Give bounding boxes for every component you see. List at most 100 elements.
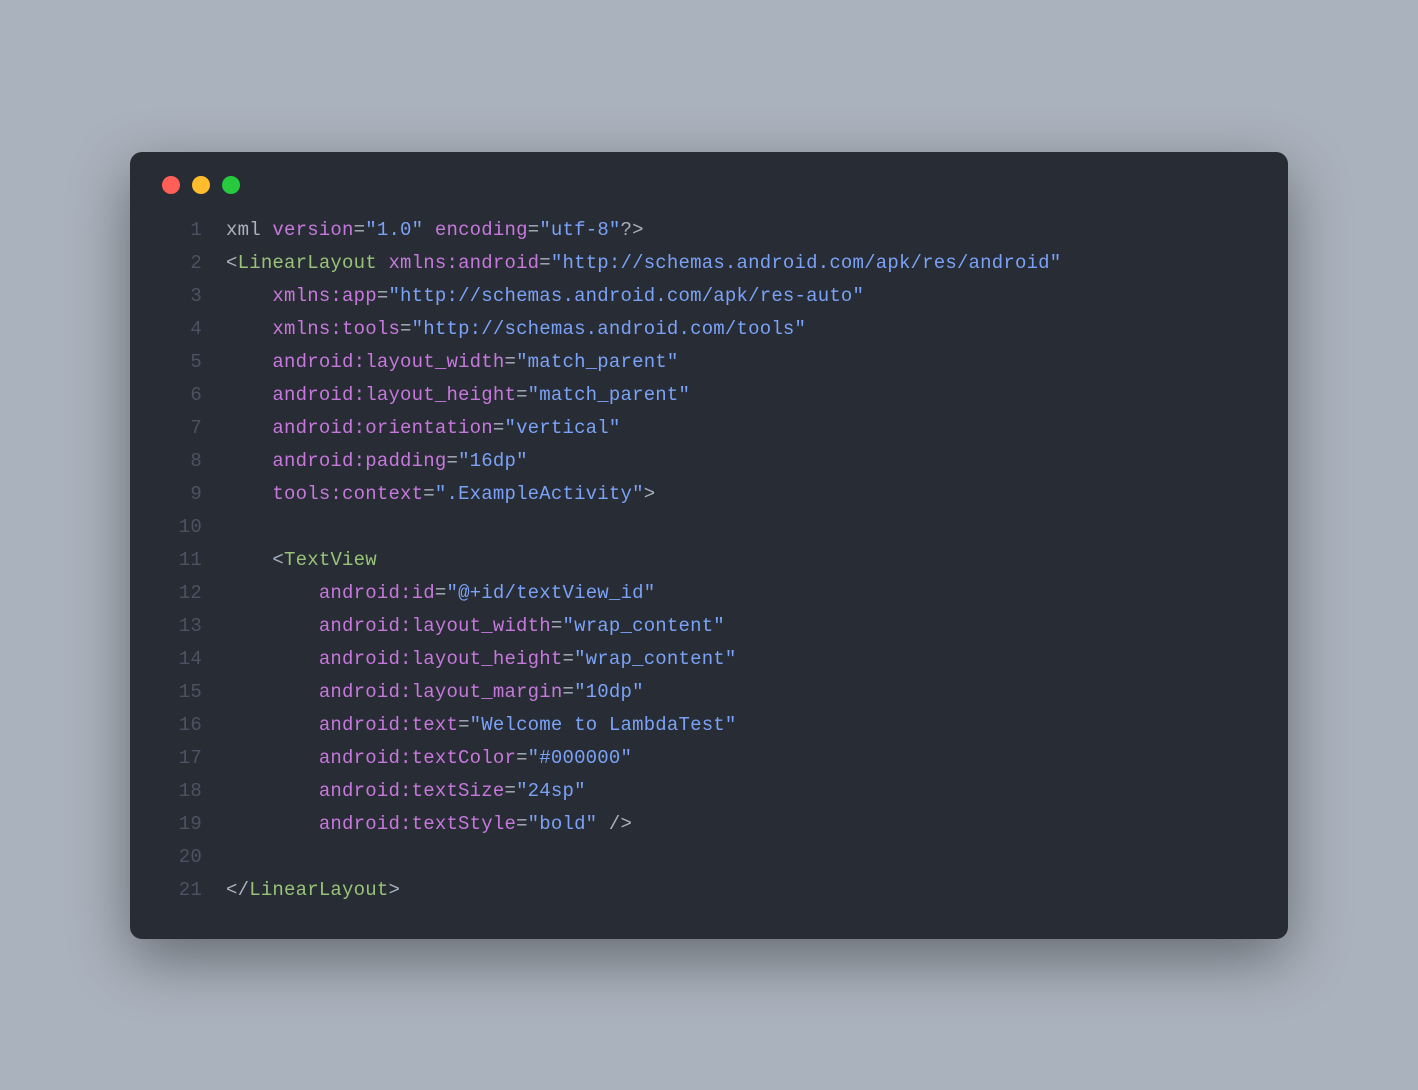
code-token: android:textSize: [319, 780, 505, 802]
code-window: 1xml version="1.0" encoding="utf-8"?>2<L…: [130, 152, 1288, 939]
code-line: 3 xmlns:app="http://schemas.android.com/…: [158, 280, 1260, 313]
line-number: 18: [158, 775, 202, 808]
line-number: 6: [158, 379, 202, 412]
line-content: android:layout_width="match_parent": [226, 346, 679, 379]
code-line: 20: [158, 841, 1260, 874]
code-token: android:layout_width: [272, 351, 504, 373]
code-token: =: [551, 615, 563, 637]
code-line: 4 xmlns:tools="http://schemas.android.co…: [158, 313, 1260, 346]
code-token: [226, 417, 272, 439]
code-token: [226, 483, 272, 505]
code-line: 18 android:textSize="24sp": [158, 775, 1260, 808]
code-token: =: [504, 351, 516, 373]
code-line: 15 android:layout_margin="10dp": [158, 676, 1260, 709]
code-token: >: [644, 483, 656, 505]
code-line: 12 android:id="@+id/textView_id": [158, 577, 1260, 610]
close-icon[interactable]: [162, 176, 180, 194]
code-token: TextView: [284, 549, 377, 571]
code-token: "16dp": [458, 450, 528, 472]
code-line: 21</LinearLayout>: [158, 874, 1260, 907]
code-token: <: [226, 252, 238, 274]
maximize-icon[interactable]: [222, 176, 240, 194]
code-token: [226, 813, 319, 835]
code-token: =: [423, 483, 435, 505]
line-content: android:id="@+id/textView_id": [226, 577, 655, 610]
line-content: android:text="Welcome to LambdaTest": [226, 709, 737, 742]
code-token: android:layout_margin: [319, 681, 563, 703]
line-content: tools:context=".ExampleActivity">: [226, 478, 655, 511]
line-content: xmlns:app="http://schemas.android.com/ap…: [226, 280, 864, 313]
code-editor[interactable]: 1xml version="1.0" encoding="utf-8"?>2<L…: [158, 214, 1260, 907]
code-line: 14 android:layout_height="wrap_content": [158, 643, 1260, 676]
code-token: >: [388, 879, 400, 901]
code-token: version: [272, 219, 353, 241]
code-token: [226, 780, 319, 802]
minimize-icon[interactable]: [192, 176, 210, 194]
code-token: [226, 615, 319, 637]
code-token: LinearLayout: [249, 879, 388, 901]
line-number: 4: [158, 313, 202, 346]
code-token: android:layout_height: [319, 648, 563, 670]
code-token: =: [493, 417, 505, 439]
line-content: android:layout_width="wrap_content": [226, 610, 725, 643]
line-content: android:textColor="#000000": [226, 742, 632, 775]
code-token: "1.0": [365, 219, 423, 241]
code-token: =: [528, 219, 540, 241]
line-content: android:textSize="24sp": [226, 775, 586, 808]
code-token: encoding: [435, 219, 528, 241]
line-number: 9: [158, 478, 202, 511]
code-token: "http://schemas.android.com/apk/res-auto…: [388, 285, 864, 307]
line-number: 10: [158, 511, 202, 544]
code-line: 16 android:text="Welcome to LambdaTest": [158, 709, 1260, 742]
code-token: android:textColor: [319, 747, 516, 769]
code-token: [226, 648, 319, 670]
line-number: 15: [158, 676, 202, 709]
code-token: "wrap_content": [574, 648, 736, 670]
code-token: </: [226, 879, 249, 901]
line-number: 7: [158, 412, 202, 445]
code-line: 5 android:layout_width="match_parent": [158, 346, 1260, 379]
code-token: =: [354, 219, 366, 241]
line-content: </LinearLayout>: [226, 874, 400, 907]
code-token: xmlns:android: [388, 252, 539, 274]
code-token: =: [446, 450, 458, 472]
line-content: android:textStyle="bold" />: [226, 808, 632, 841]
code-token: "http://schemas.android.com/tools": [412, 318, 806, 340]
line-number: 8: [158, 445, 202, 478]
line-content: android:padding="16dp": [226, 445, 528, 478]
line-content: xml version="1.0" encoding="utf-8"?>: [226, 214, 644, 247]
code-line: 1 xml version="1.0" encoding="utf-8"?>: [158, 214, 1260, 247]
code-token: android:textStyle: [319, 813, 516, 835]
code-token: =: [435, 582, 447, 604]
code-token: =: [539, 252, 551, 274]
code-token: [226, 351, 272, 373]
code-token: [423, 219, 435, 241]
code-token: =: [516, 813, 528, 835]
code-token: ".ExampleActivity": [435, 483, 644, 505]
code-token: ?>: [621, 219, 644, 241]
code-token: android:layout_width: [319, 615, 551, 637]
code-token: [226, 549, 272, 571]
line-content: android:layout_margin="10dp": [226, 676, 644, 709]
code-token: android:orientation: [272, 417, 492, 439]
code-token: [226, 450, 272, 472]
line-number: 14: [158, 643, 202, 676]
code-token: "#000000": [528, 747, 632, 769]
code-token: =: [562, 681, 574, 703]
code-token: android:padding: [272, 450, 446, 472]
code-line: 11 <TextView: [158, 544, 1260, 577]
code-token: xmlns:tools: [272, 318, 400, 340]
code-token: "utf-8": [539, 219, 620, 241]
code-token: [226, 384, 272, 406]
code-line: 17 android:textColor="#000000": [158, 742, 1260, 775]
code-token: [226, 318, 272, 340]
code-token: "wrap_content": [562, 615, 724, 637]
code-token: =: [562, 648, 574, 670]
line-number: 1: [158, 214, 202, 247]
line-content: android:layout_height="match_parent": [226, 379, 690, 412]
code-line: 10: [158, 511, 1260, 544]
code-token: [597, 813, 609, 835]
code-token: =: [516, 747, 528, 769]
line-number: 13: [158, 610, 202, 643]
line-number: 5: [158, 346, 202, 379]
